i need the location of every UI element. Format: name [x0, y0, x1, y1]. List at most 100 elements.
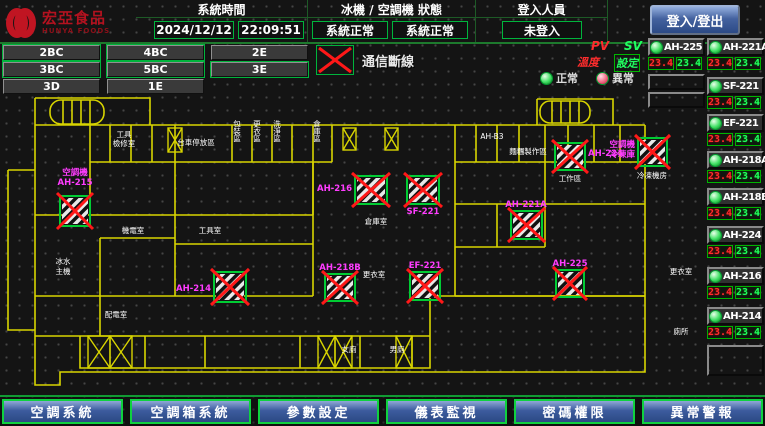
- unit-values: 23.423.4: [707, 326, 764, 339]
- unit-values: 23.423.4: [707, 96, 764, 109]
- unit-pv-value: 23.4: [707, 133, 733, 146]
- room-label: 冷凍機房: [637, 170, 667, 180]
- unit-panel-EF-221[interactable]: EF-221 23.423.4: [707, 114, 764, 146]
- empty-panel: [648, 92, 705, 108]
- ahu-device-comm-fail[interactable]: [57, 193, 93, 229]
- unit-name-row: SF-221: [707, 77, 764, 95]
- login-logout-button[interactable]: 登入/登出: [650, 5, 740, 35]
- unit-name-row: AH-214: [707, 307, 764, 325]
- room-label: AH-B3: [480, 132, 503, 141]
- unit-panel-AH-218A[interactable]: AH-218A 23.423.4: [707, 151, 764, 183]
- unit-panel-AH-224[interactable]: AH-224 23.423.4: [707, 226, 764, 258]
- chiller-status: 系統正常: [312, 21, 388, 39]
- brand-name: 宏亞食品: [42, 11, 110, 26]
- unit-status-led-icon: [710, 311, 721, 322]
- unit-pv-value: 23.4: [707, 57, 733, 70]
- machine-status-title: 冰機 / 空調機 狀態: [308, 1, 475, 18]
- room-label: 工作區: [559, 173, 582, 183]
- unit-sv-value: 23.4: [735, 326, 761, 339]
- nav-meter-monitor-button[interactable]: 儀表監視: [386, 399, 507, 424]
- ahu-device-comm-fail[interactable]: [552, 140, 588, 173]
- room-label: 廁所: [674, 326, 689, 336]
- nav-parameter-button[interactable]: 參數設定: [258, 399, 379, 424]
- room-label: 台車停放區: [177, 137, 215, 147]
- unit-values: 23.423.4: [707, 286, 764, 299]
- elevator-icon: [88, 128, 412, 368]
- unit-name-row: AH-224: [707, 226, 764, 244]
- unit-pv-value: 23.4: [707, 96, 733, 109]
- room-label: 更衣區: [252, 119, 261, 142]
- ahu-device-comm-fail[interactable]: [635, 135, 670, 169]
- ahu-device-comm-fail[interactable]: [508, 208, 545, 242]
- logo-ring-icon: [14, 8, 36, 38]
- unit-name: EF-221: [723, 118, 758, 129]
- empty-panel: [707, 345, 764, 376]
- walls: [8, 98, 645, 385]
- unit-name: AH-218A: [723, 155, 765, 166]
- room-label: 麵糰製作區: [509, 146, 547, 156]
- room-label: 工具: [117, 130, 132, 139]
- device-tag-label: EF-221: [409, 261, 442, 271]
- unit-panel-SF-221[interactable]: SF-22123.423.4: [707, 77, 764, 109]
- room-label: 機電室: [122, 225, 145, 235]
- system-time-title: 系統時間: [136, 1, 307, 18]
- ahu-device-comm-fail[interactable]: [352, 173, 390, 207]
- unit-name-row: AH-218B: [707, 188, 764, 206]
- unit-pv-value: 23.4: [707, 326, 733, 339]
- floor-plan: 空調機AH-215AH-214AH-216SF-221AH-221AAH-224…: [0, 44, 707, 395]
- room-label: 冰水: [56, 256, 71, 266]
- room-label: 包裝區: [232, 118, 241, 142]
- unit-name: AH-214: [723, 311, 761, 322]
- unit-sv-value: 23.4: [735, 57, 761, 70]
- room-label: 檢修室: [113, 138, 136, 148]
- ahu-device-comm-fail[interactable]: [211, 269, 249, 305]
- unit-pv-value: 23.4: [707, 286, 733, 299]
- unit-panel-AH-221A[interactable]: AH-221A 23.423.4: [707, 38, 764, 70]
- unit-sv-value: 23.4: [735, 245, 761, 258]
- unit-panel-AH-216[interactable]: AH-21623.423.4: [707, 267, 764, 299]
- ahu-device-comm-fail[interactable]: [322, 271, 358, 304]
- time-display: 22:09:51: [238, 21, 304, 39]
- login-section: 登入人員 未登入: [476, 0, 608, 42]
- date-display: 2024/12/12: [154, 21, 234, 39]
- unit-values: 23.423.4: [707, 245, 764, 258]
- unit-pv-value: 23.4: [707, 207, 733, 220]
- room-label: 配電室: [105, 309, 128, 319]
- nav-password-button[interactable]: 密碼權限: [514, 399, 635, 424]
- ahu-device-comm-fail[interactable]: [407, 269, 443, 303]
- unit-values: 23.423.4: [707, 133, 764, 146]
- unit-name: AH-218B: [723, 192, 765, 203]
- unit-name: AH-221A: [723, 42, 765, 53]
- unit-pv-value: 23.4: [648, 57, 674, 70]
- nav-alarm-button[interactable]: 異常警報: [642, 399, 763, 424]
- device-tag-label: AH-218B: [319, 263, 360, 273]
- ahu-device-comm-fail[interactable]: [404, 173, 442, 207]
- system-time-section: 系統時間 2024/12/12 22:09:51: [136, 0, 308, 42]
- unit-values: 23.423.4: [707, 170, 764, 183]
- room-label: 工具室: [199, 225, 222, 235]
- unit-status-led-icon: [710, 230, 721, 241]
- unit-sv-value: 23.4: [735, 207, 761, 220]
- unit-values: 23.423.4: [707, 207, 764, 220]
- device-tag-label: AH-221A: [505, 200, 547, 210]
- room-label: 倉庫室: [365, 216, 388, 226]
- room-label: 主機: [56, 266, 71, 276]
- device-tag-label: AH-225: [553, 259, 588, 269]
- unit-name-row: AH-218A: [707, 151, 764, 169]
- hmi-screen: 宏亞食品 HUNYA FOODS 系統時間 2024/12/12 22:09:5…: [0, 0, 765, 426]
- unit-status-led-icon: [710, 81, 721, 92]
- unit-status-led-icon: [710, 155, 721, 166]
- empty-panel: [648, 74, 705, 90]
- unit-status-led-icon: [651, 42, 662, 53]
- nav-ac-system-button[interactable]: 空調系統: [2, 399, 123, 424]
- unit-status-led-icon: [710, 271, 721, 282]
- unit-panel-AH-214[interactable]: AH-214 23.423.4: [707, 307, 764, 339]
- login-user-display: 未登入: [502, 21, 582, 39]
- unit-panel-AH-225[interactable]: AH-22523.423.4: [648, 38, 705, 70]
- device-tag-label: 空調機: [62, 167, 88, 178]
- unit-panel-AH-218B[interactable]: AH-218B 23.423.4: [707, 188, 764, 220]
- unit-name: AH-224: [723, 230, 761, 241]
- company-logo: 宏亞食品 HUNYA FOODS: [6, 4, 134, 42]
- ahu-device-comm-fail[interactable]: [553, 267, 587, 300]
- nav-ahu-system-button[interactable]: 空調箱系統: [130, 399, 251, 424]
